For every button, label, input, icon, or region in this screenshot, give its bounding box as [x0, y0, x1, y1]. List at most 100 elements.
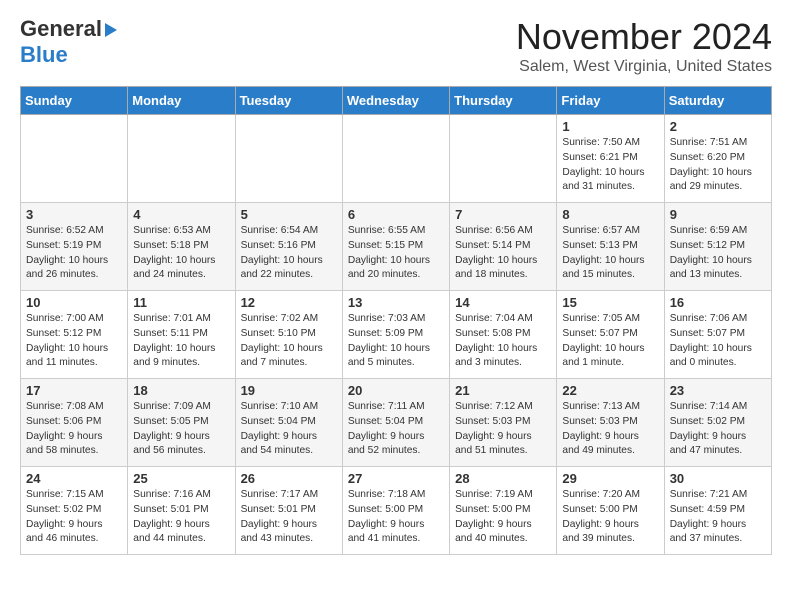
- day-cell: 26 Sunrise: 7:17 AM Sunset: 5:01 PM Dayli…: [235, 467, 342, 555]
- month-title: November 2024: [516, 16, 772, 58]
- logo: General Blue: [20, 16, 117, 68]
- week-row-2: 3 Sunrise: 6:52 AM Sunset: 5:19 PM Daylig…: [21, 203, 772, 291]
- day-cell: 30 Sunrise: 7:21 AM Sunset: 4:59 PM Dayli…: [664, 467, 771, 555]
- day-cell: 9 Sunrise: 6:59 AM Sunset: 5:12 PM Daylig…: [664, 203, 771, 291]
- weekday-header-row: SundayMondayTuesdayWednesdayThursdayFrid…: [21, 87, 772, 115]
- day-info: Sunrise: 7:21 AM Sunset: 4:59 PM Dayligh…: [670, 488, 766, 547]
- day-number: 9: [670, 207, 766, 222]
- day-number: 22: [562, 383, 658, 398]
- day-cell: 5 Sunrise: 6:54 AM Sunset: 5:16 PM Daylig…: [235, 203, 342, 291]
- day-info: Sunrise: 7:01 AM Sunset: 5:11 PM Dayligh…: [133, 312, 229, 371]
- day-info: Sunrise: 7:51 AM Sunset: 6:20 PM Dayligh…: [670, 136, 766, 195]
- week-row-5: 24Sunrise: 7:15 AM Sunset: 5:02 PM Dayli…: [21, 467, 772, 555]
- day-number: 8: [562, 207, 658, 222]
- day-number: 23: [670, 383, 766, 398]
- day-number: 11: [133, 295, 229, 310]
- day-info: Sunrise: 6:57 AM Sunset: 5:13 PM Dayligh…: [562, 224, 658, 283]
- day-number: 14: [455, 295, 551, 310]
- day-info: Sunrise: 7:06 AM Sunset: 5:07 PM Dayligh…: [670, 312, 766, 371]
- day-number: 7: [455, 207, 551, 222]
- logo-general: General: [20, 16, 102, 42]
- day-cell: [21, 115, 128, 203]
- day-cell: 20 Sunrise: 7:11 AM Sunset: 5:04 PM Dayli…: [342, 379, 449, 467]
- logo-arrow-icon: [105, 23, 117, 37]
- day-info: Sunrise: 6:59 AM Sunset: 5:12 PM Dayligh…: [670, 224, 766, 283]
- day-cell: [128, 115, 235, 203]
- day-info: Sunrise: 7:04 AM Sunset: 5:08 PM Dayligh…: [455, 312, 551, 371]
- week-row-1: 1Sunrise: 7:50 AM Sunset: 6:21 PM Daylig…: [21, 115, 772, 203]
- day-info: Sunrise: 7:13 AM Sunset: 5:03 PM Dayligh…: [562, 400, 658, 459]
- day-info: Sunrise: 6:52 AM Sunset: 5:19 PM Dayligh…: [26, 224, 122, 283]
- day-info: Sunrise: 6:54 AM Sunset: 5:16 PM Dayligh…: [241, 224, 337, 283]
- day-info: Sunrise: 7:11 AM Sunset: 5:04 PM Dayligh…: [348, 400, 444, 459]
- day-number: 27: [348, 471, 444, 486]
- day-cell: 15Sunrise: 7:05 AM Sunset: 5:07 PM Dayli…: [557, 291, 664, 379]
- day-cell: 3 Sunrise: 6:52 AM Sunset: 5:19 PM Daylig…: [21, 203, 128, 291]
- weekday-header-monday: Monday: [128, 87, 235, 115]
- day-number: 26: [241, 471, 337, 486]
- day-info: Sunrise: 7:02 AM Sunset: 5:10 PM Dayligh…: [241, 312, 337, 371]
- day-cell: 27Sunrise: 7:18 AM Sunset: 5:00 PM Dayli…: [342, 467, 449, 555]
- day-number: 4: [133, 207, 229, 222]
- day-cell: 13 Sunrise: 7:03 AM Sunset: 5:09 PM Dayli…: [342, 291, 449, 379]
- day-info: Sunrise: 7:16 AM Sunset: 5:01 PM Dayligh…: [133, 488, 229, 547]
- day-cell: 19Sunrise: 7:10 AM Sunset: 5:04 PM Dayli…: [235, 379, 342, 467]
- week-row-4: 17 Sunrise: 7:08 AM Sunset: 5:06 PM Dayli…: [21, 379, 772, 467]
- day-cell: 28Sunrise: 7:19 AM Sunset: 5:00 PM Dayli…: [450, 467, 557, 555]
- day-number: 13: [348, 295, 444, 310]
- day-cell: 11 Sunrise: 7:01 AM Sunset: 5:11 PM Dayli…: [128, 291, 235, 379]
- day-info: Sunrise: 7:20 AM Sunset: 5:00 PM Dayligh…: [562, 488, 658, 547]
- day-cell: 23Sunrise: 7:14 AM Sunset: 5:02 PM Dayli…: [664, 379, 771, 467]
- day-cell: 4 Sunrise: 6:53 AM Sunset: 5:18 PM Daylig…: [128, 203, 235, 291]
- day-number: 2: [670, 119, 766, 134]
- day-info: Sunrise: 7:12 AM Sunset: 5:03 PM Dayligh…: [455, 400, 551, 459]
- day-info: Sunrise: 7:15 AM Sunset: 5:02 PM Dayligh…: [26, 488, 122, 547]
- day-cell: 8 Sunrise: 6:57 AM Sunset: 5:13 PM Daylig…: [557, 203, 664, 291]
- weekday-header-tuesday: Tuesday: [235, 87, 342, 115]
- day-number: 3: [26, 207, 122, 222]
- day-cell: 17 Sunrise: 7:08 AM Sunset: 5:06 PM Dayli…: [21, 379, 128, 467]
- week-row-3: 10Sunrise: 7:00 AM Sunset: 5:12 PM Dayli…: [21, 291, 772, 379]
- day-info: Sunrise: 7:00 AM Sunset: 5:12 PM Dayligh…: [26, 312, 122, 371]
- day-cell: 12 Sunrise: 7:02 AM Sunset: 5:10 PM Dayli…: [235, 291, 342, 379]
- calendar-table: SundayMondayTuesdayWednesdayThursdayFrid…: [20, 86, 772, 555]
- day-number: 30: [670, 471, 766, 486]
- day-number: 21: [455, 383, 551, 398]
- day-number: 6: [348, 207, 444, 222]
- day-info: Sunrise: 7:19 AM Sunset: 5:00 PM Dayligh…: [455, 488, 551, 547]
- day-number: 17: [26, 383, 122, 398]
- day-cell: 1Sunrise: 7:50 AM Sunset: 6:21 PM Daylig…: [557, 115, 664, 203]
- day-info: Sunrise: 7:08 AM Sunset: 5:06 PM Dayligh…: [26, 400, 122, 459]
- day-info: Sunrise: 6:53 AM Sunset: 5:18 PM Dayligh…: [133, 224, 229, 283]
- day-cell: [450, 115, 557, 203]
- day-cell: 10Sunrise: 7:00 AM Sunset: 5:12 PM Dayli…: [21, 291, 128, 379]
- day-cell: 22 Sunrise: 7:13 AM Sunset: 5:03 PM Dayli…: [557, 379, 664, 467]
- day-number: 20: [348, 383, 444, 398]
- day-number: 29: [562, 471, 658, 486]
- location-title: Salem, West Virginia, United States: [516, 58, 772, 76]
- day-cell: 6 Sunrise: 6:55 AM Sunset: 5:15 PM Daylig…: [342, 203, 449, 291]
- day-cell: 21 Sunrise: 7:12 AM Sunset: 5:03 PM Dayli…: [450, 379, 557, 467]
- day-cell: 24Sunrise: 7:15 AM Sunset: 5:02 PM Dayli…: [21, 467, 128, 555]
- title-section: November 2024 Salem, West Virginia, Unit…: [516, 16, 772, 76]
- weekday-header-thursday: Thursday: [450, 87, 557, 115]
- day-info: Sunrise: 7:09 AM Sunset: 5:05 PM Dayligh…: [133, 400, 229, 459]
- weekday-header-friday: Friday: [557, 87, 664, 115]
- day-info: Sunrise: 7:17 AM Sunset: 5:01 PM Dayligh…: [241, 488, 337, 547]
- day-cell: [235, 115, 342, 203]
- day-number: 19: [241, 383, 337, 398]
- day-number: 18: [133, 383, 229, 398]
- day-info: Sunrise: 7:03 AM Sunset: 5:09 PM Dayligh…: [348, 312, 444, 371]
- day-info: Sunrise: 6:55 AM Sunset: 5:15 PM Dayligh…: [348, 224, 444, 283]
- day-number: 25: [133, 471, 229, 486]
- day-number: 1: [562, 119, 658, 134]
- day-number: 5: [241, 207, 337, 222]
- day-cell: 14 Sunrise: 7:04 AM Sunset: 5:08 PM Dayli…: [450, 291, 557, 379]
- weekday-header-wednesday: Wednesday: [342, 87, 449, 115]
- day-cell: [342, 115, 449, 203]
- day-info: Sunrise: 6:56 AM Sunset: 5:14 PM Dayligh…: [455, 224, 551, 283]
- day-number: 12: [241, 295, 337, 310]
- day-number: 15: [562, 295, 658, 310]
- day-cell: 18 Sunrise: 7:09 AM Sunset: 5:05 PM Dayli…: [128, 379, 235, 467]
- weekday-header-saturday: Saturday: [664, 87, 771, 115]
